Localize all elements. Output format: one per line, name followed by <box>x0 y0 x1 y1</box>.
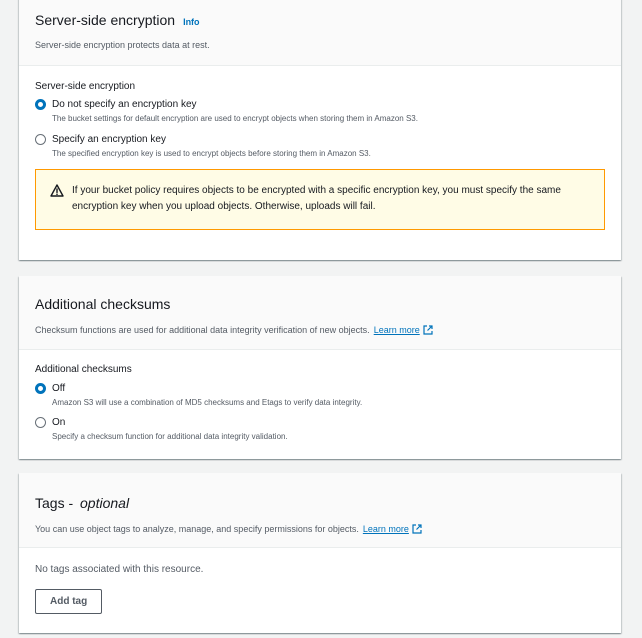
encryption-title: Server-side encryption Info <box>35 12 605 28</box>
radio-button-on[interactable] <box>35 417 46 428</box>
tags-body: No tags associated with this resource. A… <box>19 564 621 614</box>
tags-description: You can use object tags to analyze, mana… <box>35 524 605 534</box>
encryption-body: Server-side encryption Do not specify an… <box>19 81 621 230</box>
add-tag-button[interactable]: Add tag <box>35 589 103 614</box>
checksums-title: Additional checksums <box>35 296 171 312</box>
external-link-icon[interactable] <box>412 524 422 534</box>
learn-more-link[interactable]: Learn more <box>363 524 409 534</box>
info-link[interactable]: Info <box>183 17 200 27</box>
alert-text: If your bucket policy requires objects t… <box>72 185 561 212</box>
encryption-warning-alert: If your bucket policy requires objects t… <box>35 169 605 230</box>
tags-panel: Tags - optional You can use object tags … <box>19 473 621 633</box>
encryption-field-label: Server-side encryption <box>35 81 136 92</box>
checksums-header: Additional checksums Checksum functions … <box>19 276 621 350</box>
external-link-icon[interactable] <box>423 325 433 335</box>
radio-text-no-key: Do not specify an encryption key The buc… <box>52 99 418 124</box>
radio-text-off: Off Amazon S3 will use a combination of … <box>52 383 362 408</box>
radio-button-no-key[interactable] <box>35 99 46 110</box>
radio-option-no-key[interactable]: Do not specify an encryption key The buc… <box>35 99 605 124</box>
radio-description: Amazon S3 will use a combination of MD5 … <box>52 398 363 407</box>
radio-text-specify-key: Specify an encryption key The specified … <box>52 134 371 159</box>
tags-empty-text: No tags associated with this resource. <box>35 564 204 575</box>
learn-more-link[interactable]: Learn more <box>374 325 420 335</box>
checksums-description-text: Checksum functions are used for addition… <box>35 325 370 335</box>
radio-label: Specify an encryption key <box>52 134 166 145</box>
radio-button-specify-key[interactable] <box>35 134 46 145</box>
tags-title-text: Tags - <box>35 495 78 511</box>
tags-title-optional: optional <box>80 495 130 511</box>
checksums-field-label: Additional checksums <box>35 364 132 375</box>
radio-description: The bucket settings for default encrypti… <box>52 114 418 123</box>
radio-label: On <box>52 417 66 428</box>
radio-text-on: On Specify a checksum function for addit… <box>52 417 288 442</box>
encryption-header: Server-side encryption Info Server-side … <box>19 0 621 66</box>
tags-description-text: You can use object tags to analyze, mana… <box>35 524 359 534</box>
radio-option-specify-key[interactable]: Specify an encryption key The specified … <box>35 134 605 159</box>
radio-label: Off <box>52 383 66 394</box>
checksums-description: Checksum functions are used for addition… <box>35 325 605 335</box>
radio-button-off[interactable] <box>35 383 46 394</box>
encryption-panel: Server-side encryption Info Server-side … <box>19 0 621 260</box>
radio-description: The specified encryption key is used to … <box>52 149 371 158</box>
encryption-title-text: Server-side encryption <box>35 12 176 28</box>
checksums-panel: Additional checksums Checksum functions … <box>19 276 621 459</box>
radio-label: Do not specify an encryption key <box>52 99 197 110</box>
checksums-body: Additional checksums Off Amazon S3 will … <box>19 364 621 442</box>
tags-title: Tags - optional <box>35 495 605 511</box>
encryption-description: Server-side encryption protects data at … <box>35 40 210 50</box>
warning-icon <box>50 184 64 197</box>
radio-description: Specify a checksum function for addition… <box>52 432 288 441</box>
radio-option-off[interactable]: Off Amazon S3 will use a combination of … <box>35 383 605 408</box>
tags-header: Tags - optional You can use object tags … <box>19 473 621 548</box>
radio-option-on[interactable]: On Specify a checksum function for addit… <box>35 417 605 442</box>
